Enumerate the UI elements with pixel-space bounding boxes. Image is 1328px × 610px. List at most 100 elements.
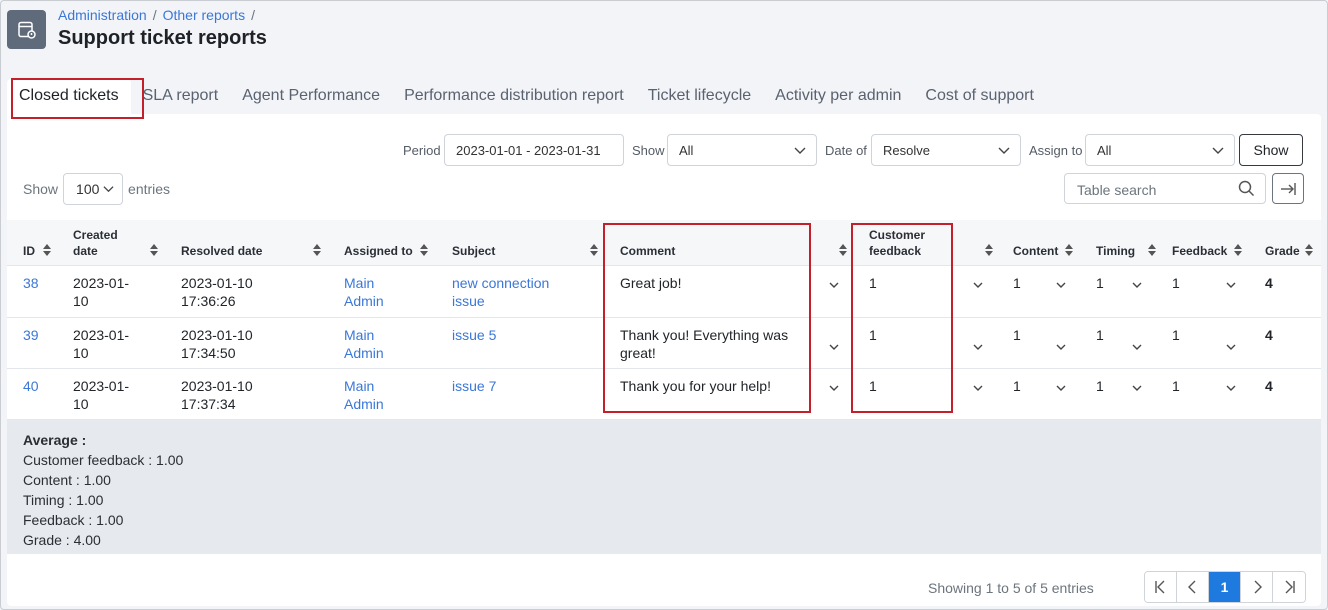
page-title: Support ticket reports [58,27,267,49]
sort-icon[interactable] [150,244,158,256]
row-expand-chevron-icon[interactable] [1226,280,1236,290]
assigned-line: Main [344,378,375,394]
previous-page-button[interactable] [1177,572,1209,602]
sort-icon[interactable] [839,244,847,256]
tab-performance-distribution-report[interactable]: Performance distribution report [392,79,636,115]
breadcrumb-other-reports[interactable]: Other reports [163,7,245,23]
avg-feedback: Feedback : 1.00 [23,512,124,528]
last-page-button[interactable] [1273,572,1305,602]
created-date-cell: 2023-01- 10 [73,274,129,310]
assigned-to-link[interactable]: Main Admin [344,326,384,362]
ticket-id-link[interactable]: 38 [23,274,39,292]
first-page-button[interactable] [1145,572,1177,602]
col-resolved-date[interactable]: Resolved date [181,243,262,259]
sort-icon[interactable] [1148,244,1156,256]
assigned-line: Admin [344,396,384,412]
tab-ticket-lifecycle[interactable]: Ticket lifecycle [636,79,763,115]
row-expand-chevron-icon[interactable] [1226,383,1236,393]
tab-activity-per-admin[interactable]: Activity per admin [763,79,913,115]
row-expand-chevron-icon[interactable] [1132,280,1142,290]
next-page-button[interactable] [1241,572,1273,602]
content-cell: 1 [1013,377,1021,395]
row-expand-chevron-icon[interactable] [1056,342,1066,352]
row-expand-chevron-icon[interactable] [1056,280,1066,290]
feedback-cell: 1 [1172,377,1180,395]
row-expand-chevron-icon[interactable] [829,342,839,352]
sort-icon[interactable] [420,244,428,256]
col-id[interactable]: ID [23,243,35,259]
col-assigned-to[interactable]: Assigned to [344,243,413,259]
sort-icon[interactable] [43,244,51,256]
search-icon [1238,180,1255,197]
ticket-id-link[interactable]: 40 [23,377,39,395]
comment-line: Thank you for your help! [620,378,771,394]
period-input[interactable]: 2023-01-01 - 2023-01-31 [444,134,624,166]
row-expand-chevron-icon[interactable] [829,280,839,290]
assigned-to-link[interactable]: Main Admin [344,274,384,310]
timing-cell: 1 [1096,326,1104,344]
show-filter-select[interactable]: All [667,134,817,166]
comment-cell: Great job! [620,274,681,292]
col-customer-feedback-line1: Customer [869,228,926,242]
sort-icon[interactable] [985,244,993,256]
col-content[interactable]: Content [1013,243,1058,259]
row-expand-chevron-icon[interactable] [1132,383,1142,393]
row-expand-chevron-icon[interactable] [973,280,983,290]
row-expand-chevron-icon[interactable] [973,383,983,393]
assigned-line: Admin [344,345,384,361]
col-grade[interactable]: Grade [1265,243,1300,259]
breadcrumb-administration[interactable]: Administration [58,7,147,23]
chevron-left-icon [1187,580,1195,594]
showing-entries-info: Showing 1 to 5 of 5 entries [928,580,1094,596]
table-header: ID Created date Resolved date Assigned to… [7,220,1321,266]
table-row: 38 2023-01- 10 2023-01-10 17:36:26 Main Admin n… [7,266,1321,318]
resolved-date-cell: 2023-01-10 17:37:34 [181,377,253,413]
col-comment[interactable]: Comment [620,243,675,259]
entries-select[interactable]: 100 [63,173,124,205]
ticket-id-link[interactable]: 39 [23,326,39,344]
sort-icon[interactable] [313,244,321,256]
col-subject[interactable]: Subject [452,243,495,259]
assign-to-select[interactable]: All [1085,134,1235,166]
page-1-button[interactable]: 1 [1209,572,1241,602]
assigned-line: Main [344,275,375,291]
export-button[interactable] [1272,173,1304,204]
customer-feedback-value: 1 [869,275,877,291]
date-of-label: Date of [825,143,867,158]
entries-suffix: entries [128,181,171,197]
row-expand-chevron-icon[interactable] [1056,383,1066,393]
feedback-cell: 1 [1172,274,1180,292]
tab-cost-of-support[interactable]: Cost of support [913,79,1046,115]
tab-agent-performance[interactable]: Agent Performance [230,79,392,115]
grade-value: 4 [1265,327,1273,343]
resolved-line: 2023-01-10 [181,275,253,291]
tab-sla-report[interactable]: SLA report [131,79,231,115]
row-expand-chevron-icon[interactable] [829,383,839,393]
col-customer-feedback[interactable]: Customer feedback [869,227,925,259]
assigned-to-link[interactable]: Main Admin [344,377,384,413]
show-button[interactable]: Show [1239,134,1303,166]
sort-icon[interactable] [1234,244,1242,256]
col-feedback[interactable]: Feedback [1172,243,1227,259]
date-of-select[interactable]: Resolve [871,134,1021,166]
row-expand-chevron-icon[interactable] [1132,342,1142,352]
row-expand-chevron-icon[interactable] [1226,342,1236,352]
customer-feedback-cell: 1 [869,326,877,344]
col-timing[interactable]: Timing [1096,243,1135,259]
assign-to-label: Assign to [1029,143,1083,158]
timing-value: 1 [1096,275,1104,291]
subject-link[interactable]: issue 5 [452,326,496,344]
subject-link[interactable]: new connection issue [452,274,549,310]
sort-icon[interactable] [590,244,598,256]
col-customer-feedback-line2: feedback [869,244,922,258]
comment-line: great! [620,345,656,361]
tab-closed-tickets[interactable]: Closed tickets [7,79,131,115]
content-cell: 1 [1013,326,1021,344]
row-expand-chevron-icon[interactable] [973,342,983,352]
subject-link[interactable]: issue 7 [452,377,496,395]
table-search-input[interactable]: Table search [1064,173,1266,204]
col-created-date[interactable]: Created date [73,227,118,259]
sort-icon[interactable] [1305,244,1313,256]
sort-icon[interactable] [1065,244,1073,256]
col-created-line1: Created [73,228,118,242]
